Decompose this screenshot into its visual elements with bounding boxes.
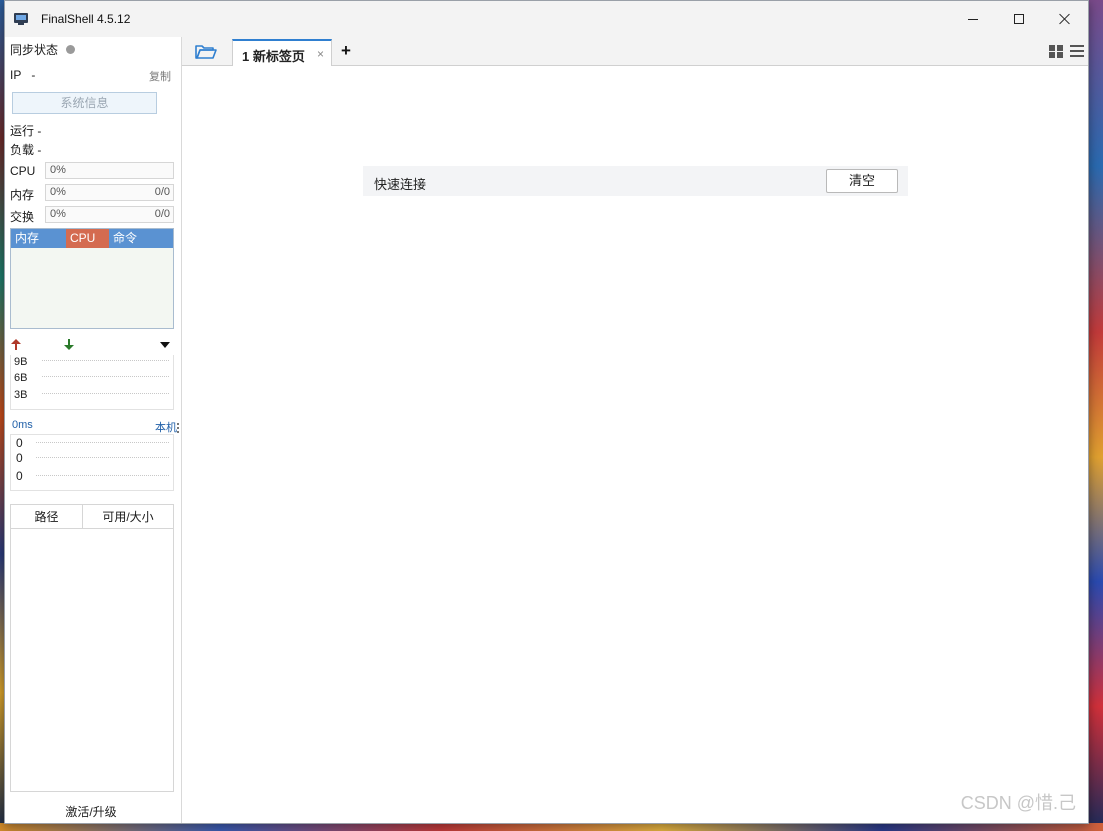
process-column-cpu[interactable]: CPU bbox=[66, 229, 109, 248]
load-status: 负载 - bbox=[10, 143, 42, 157]
cpu-meter-label: CPU bbox=[10, 164, 36, 178]
net-gridline bbox=[42, 360, 169, 361]
main-content: 快速连接 清空 CSDN @惜.己 bbox=[182, 67, 1088, 823]
net-graph-label: 3B bbox=[14, 389, 28, 401]
ping-graph: 0 0 0 bbox=[10, 434, 174, 491]
ping-gridline bbox=[36, 457, 169, 458]
process-table-header: 内存 CPU 命令 bbox=[11, 229, 173, 248]
disk-column-available[interactable]: 可用/大小 bbox=[83, 505, 173, 528]
title-bar: FinalShell 4.5.12 bbox=[5, 1, 1088, 37]
net-gridline bbox=[42, 393, 169, 394]
process-table[interactable]: 内存 CPU 命令 bbox=[10, 228, 174, 329]
close-button[interactable] bbox=[1042, 1, 1088, 37]
process-column-command[interactable]: 命令 bbox=[109, 229, 173, 248]
ip-row: IP - bbox=[10, 68, 35, 82]
sync-status: 同步状态 bbox=[10, 41, 76, 58]
tab-new-tab[interactable]: 1 新标签页 × bbox=[232, 39, 332, 66]
desktop-wallpaper-bottom bbox=[0, 823, 1103, 831]
ip-label: IP bbox=[10, 68, 22, 82]
ping-graph-label: 0 bbox=[16, 469, 23, 483]
minimize-icon bbox=[968, 18, 978, 20]
network-graph: 9B 6B 3B bbox=[10, 355, 174, 410]
clear-button[interactable]: 清空 bbox=[826, 169, 898, 193]
system-info-button[interactable]: 系统信息 bbox=[12, 92, 157, 114]
add-tab-button[interactable]: + bbox=[341, 42, 351, 59]
sync-status-dot-icon bbox=[66, 45, 76, 54]
cpu-meter: 0% bbox=[45, 162, 174, 179]
process-column-memory[interactable]: 内存 bbox=[11, 229, 66, 248]
swap-meter-percent: 0% bbox=[50, 208, 66, 220]
net-gridline bbox=[42, 376, 169, 377]
quick-connect-label: 快速连接 bbox=[374, 177, 427, 192]
csdn-watermark: CSDN @惜.己 bbox=[960, 793, 1076, 813]
window-controls bbox=[950, 1, 1088, 37]
network-header bbox=[10, 339, 174, 353]
memory-meter-fraction: 0/0 bbox=[154, 186, 170, 198]
ping-latency-label: 0ms bbox=[12, 419, 33, 431]
tab-label: 1 新标签页 bbox=[242, 49, 305, 64]
ping-graph-label: 0 bbox=[16, 451, 23, 465]
memory-meter-percent: 0% bbox=[50, 186, 66, 198]
open-folder-icon[interactable] bbox=[195, 44, 217, 60]
network-interface-dropdown-icon[interactable] bbox=[160, 342, 170, 348]
maximize-button[interactable] bbox=[996, 1, 1042, 37]
cpu-meter-percent: 0% bbox=[50, 164, 66, 176]
window-title: FinalShell 4.5.12 bbox=[41, 12, 131, 26]
swap-meter-label: 交换 bbox=[10, 210, 35, 224]
server-status-panel: 同步状态 IP - 复制 系统信息 运行 - 负载 - CPU 0% 内存 0%… bbox=[5, 37, 182, 823]
disk-table-header: 路径 可用/大小 bbox=[11, 505, 173, 529]
swap-meter: 0% 0/0 bbox=[45, 206, 174, 223]
grid-view-icon[interactable] bbox=[1049, 45, 1064, 59]
finalshell-app-icon bbox=[14, 13, 30, 25]
sync-status-label: 同步状态 bbox=[10, 43, 59, 57]
disk-column-path[interactable]: 路径 bbox=[11, 505, 83, 528]
tab-close-icon[interactable]: × bbox=[317, 47, 324, 61]
memory-meter: 0% 0/0 bbox=[45, 184, 174, 201]
net-graph-label: 9B bbox=[14, 356, 28, 368]
activate-upgrade-link[interactable]: 激活/升级 bbox=[5, 803, 177, 820]
finalshell-window: FinalShell 4.5.12 同步状态 IP - 复制 系统信息 运行 -… bbox=[4, 0, 1089, 824]
ping-host-selector[interactable]: 本机 bbox=[155, 419, 177, 435]
close-icon bbox=[1059, 13, 1071, 25]
swap-meter-fraction: 0/0 bbox=[154, 208, 170, 220]
upload-arrow-icon bbox=[11, 339, 21, 351]
copy-ip-link[interactable]: 复制 bbox=[149, 68, 171, 84]
memory-meter-label: 内存 bbox=[10, 188, 35, 202]
running-status: 运行 - bbox=[10, 124, 42, 138]
net-graph-label: 6B bbox=[14, 372, 28, 384]
menu-icon[interactable] bbox=[1070, 45, 1084, 57]
maximize-icon bbox=[1014, 14, 1024, 24]
download-arrow-icon bbox=[64, 339, 74, 351]
tab-bar: 1 新标签页 × + bbox=[182, 37, 1088, 66]
ping-gridline bbox=[36, 475, 169, 476]
ping-gridline bbox=[36, 442, 169, 443]
panel-splitter-handle[interactable] bbox=[177, 423, 180, 437]
quick-connect-bar: 快速连接 清空 bbox=[363, 166, 908, 196]
disk-table[interactable]: 路径 可用/大小 bbox=[10, 504, 174, 792]
minimize-button[interactable] bbox=[950, 1, 996, 37]
desktop-wallpaper-right bbox=[1089, 0, 1103, 831]
ip-value: - bbox=[31, 68, 36, 82]
ping-graph-label: 0 bbox=[16, 436, 23, 450]
